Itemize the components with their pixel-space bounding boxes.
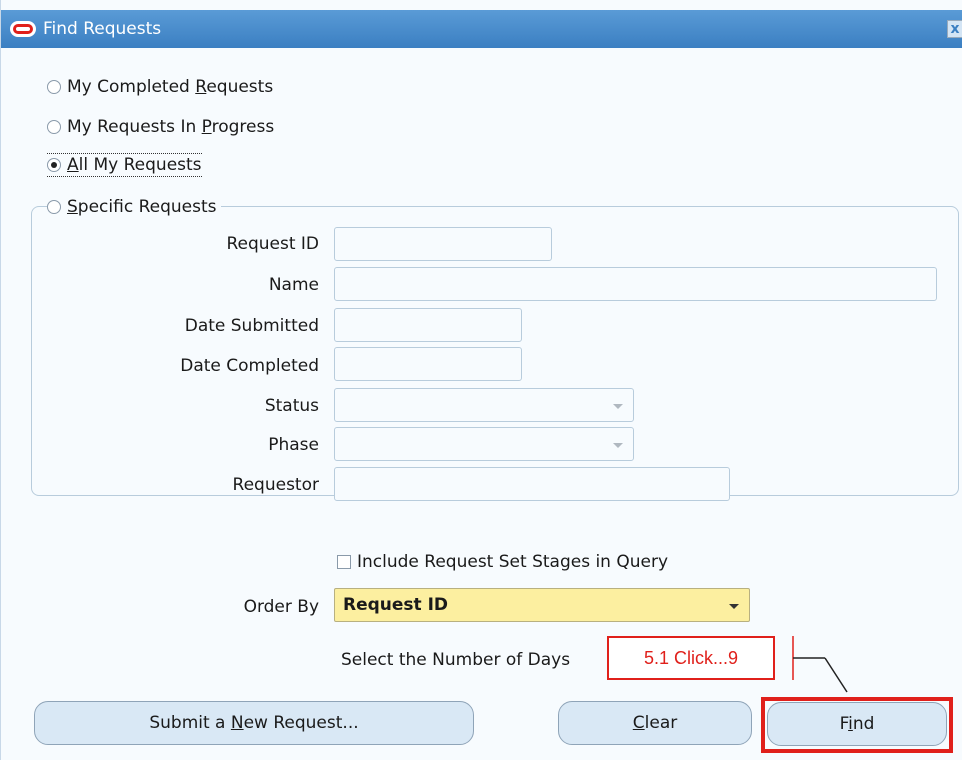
close-icon[interactable]: x	[947, 20, 962, 38]
button-label: Clear	[632, 713, 678, 733]
radio-button[interactable]	[47, 120, 61, 134]
submit-new-request-button[interactable]: Submit a New Request...	[34, 701, 474, 745]
select-days-label: Select the Number of Days	[341, 650, 571, 670]
find-button-highlight	[761, 697, 953, 753]
radio-label: Specific Requests	[67, 197, 217, 217]
order-by-value: Request ID	[343, 595, 449, 615]
date-completed-input[interactable]	[334, 347, 522, 381]
radio-label: My Requests In Progress	[67, 117, 275, 137]
request-id-input[interactable]	[334, 227, 552, 261]
find-requests-window: Find Requests x My Completed Requests My…	[0, 0, 962, 760]
include-stages-label: Include Request Set Stages in Query	[357, 552, 669, 572]
oracle-logo-icon	[10, 21, 36, 37]
name-label: Name	[268, 275, 319, 295]
radio-label: All My Requests	[67, 155, 202, 175]
radio-button[interactable]	[47, 80, 61, 94]
date-submitted-input[interactable]	[334, 308, 522, 342]
requestor-input[interactable]	[334, 467, 730, 501]
window-title: Find Requests	[43, 19, 162, 39]
radio-button-selected[interactable]	[47, 158, 61, 172]
radio-my-requests-in-progress[interactable]: My Requests In Progress	[47, 115, 274, 139]
date-completed-label: Date Completed	[180, 356, 319, 376]
chevron-down-icon	[729, 604, 739, 609]
radio-specific-requests[interactable]: Specific Requests	[47, 195, 221, 219]
radio-my-completed-requests[interactable]: My Completed Requests	[47, 75, 273, 99]
status-label: Status	[264, 396, 319, 416]
phase-label: Phase	[268, 435, 319, 455]
radio-button[interactable]	[47, 200, 61, 214]
include-request-set-stages-option[interactable]: Include Request Set Stages in Query	[337, 552, 668, 572]
radio-label: My Completed Requests	[67, 77, 274, 97]
button-label: Submit a New Request...	[149, 713, 359, 733]
include-stages-checkbox[interactable]	[337, 555, 351, 569]
instruction-callout: 5.1 Click...9	[607, 636, 775, 680]
requestor-label: Requestor	[232, 475, 319, 495]
order-by-select[interactable]: Request ID	[334, 588, 750, 622]
status-select[interactable]	[334, 388, 634, 422]
callout-text: 5.1 Click...9	[643, 647, 739, 668]
phase-select[interactable]	[334, 427, 634, 461]
title-bar: Find Requests x	[1, 10, 962, 48]
order-by-label: Order By	[243, 597, 319, 617]
date-submitted-label: Date Submitted	[184, 316, 319, 336]
chevron-down-icon	[613, 443, 623, 448]
name-input[interactable]	[334, 267, 937, 301]
chevron-down-icon	[613, 404, 623, 409]
callout-connector	[792, 636, 848, 693]
request-id-label: Request ID	[226, 234, 319, 254]
radio-all-my-requests[interactable]: All My Requests	[47, 153, 202, 177]
clear-button[interactable]: Clear	[558, 701, 752, 745]
